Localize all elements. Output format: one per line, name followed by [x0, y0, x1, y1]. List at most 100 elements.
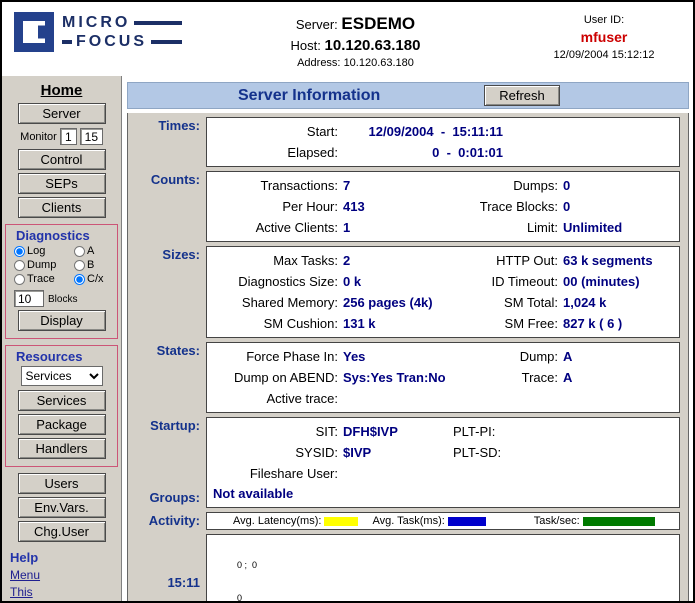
resources-section: Resources Services Services Package Hand…: [5, 345, 118, 467]
trace-radio-label: Trace: [27, 273, 55, 285]
resources-title: Resources: [8, 349, 115, 364]
sizes-row: Sizes: Max Tasks: 2 HTTP Out: 63 k segme…: [128, 246, 680, 338]
services-button[interactable]: Services: [18, 390, 106, 411]
field-label: PLT-PI:: [451, 421, 563, 442]
help-label: Help: [10, 550, 121, 565]
trace-radio-option[interactable]: Trace: [14, 273, 74, 285]
trace-radio[interactable]: [14, 274, 25, 285]
field-label: [451, 463, 563, 484]
seps-button[interactable]: SEPs: [18, 173, 106, 194]
chg-user-button[interactable]: Chg.User: [18, 521, 106, 542]
field-value: Sys:Yes Tran:No: [343, 367, 451, 388]
field-label: Limit:: [451, 217, 563, 238]
field-value: 2: [343, 250, 451, 271]
field-label: Trace Blocks:: [451, 196, 563, 217]
field-label: SM Total:: [451, 292, 563, 313]
sizes-row-label: Sizes:: [128, 246, 206, 338]
page: MICRO FOCUS Server: ESDEMO Host: 10.120.…: [0, 0, 695, 603]
server-label: Server:: [296, 17, 338, 32]
field-value: 0: [563, 196, 675, 217]
activity-row: Activity: Avg. Latency(ms): Avg. Task(ms…: [128, 512, 680, 530]
microfocus-logo-mark: [14, 12, 54, 52]
menu-link[interactable]: Menu: [10, 568, 40, 582]
field-value: $IVP: [343, 442, 451, 463]
a-radio[interactable]: [74, 246, 85, 257]
microfocus-logo: MICRO FOCUS: [14, 12, 182, 52]
field-label: SIT:: [211, 421, 343, 442]
latency-legend-label: Avg. Latency(ms):: [233, 515, 321, 527]
log-radio-option[interactable]: Log: [14, 245, 74, 257]
sidebar: Home Server Monitor Control SEPs Clients…: [2, 76, 122, 603]
env-vars-button[interactable]: Env.Vars.: [18, 497, 106, 518]
main-content: Server Information Refresh Times: Start:…: [122, 76, 693, 603]
display-button[interactable]: Display: [18, 310, 106, 331]
field-value: 0 k: [343, 271, 451, 292]
startup-row: Startup: Groups: SIT: DFH$IVP PLT-PI: SY…: [128, 417, 680, 508]
control-button[interactable]: Control: [18, 149, 106, 170]
field-value: [563, 388, 675, 409]
server-button[interactable]: Server: [18, 103, 106, 124]
b-radio[interactable]: [74, 260, 85, 271]
users-button[interactable]: Users: [18, 473, 106, 494]
states-row: States: Force Phase In: Yes Dump: A Dump…: [128, 342, 680, 413]
cx-radio-option[interactable]: C/x: [74, 273, 115, 285]
refresh-button-top[interactable]: Refresh: [484, 85, 560, 106]
field-label: SM Cushion:: [211, 313, 343, 334]
field-label: HTTP Out:: [451, 250, 563, 271]
counts-box: Transactions: 7 Dumps: 0 Per Hour: 413 T…: [206, 171, 680, 242]
logo-inner-square: [38, 26, 51, 39]
field-value: [343, 463, 451, 484]
latency-color-bar: [324, 517, 358, 526]
log-radio[interactable]: [14, 246, 25, 257]
handlers-button[interactable]: Handlers: [18, 438, 106, 459]
field-value: A: [563, 346, 675, 367]
start-value: 12/09/2004 - 15:11:11: [343, 121, 503, 142]
clients-button[interactable]: Clients: [18, 197, 106, 218]
field-value: 00 (minutes): [563, 271, 675, 292]
field-label: [451, 388, 563, 409]
body: Home Server Monitor Control SEPs Clients…: [2, 76, 693, 603]
cx-radio-label: C/x: [87, 273, 104, 285]
a-radio-option[interactable]: A: [74, 245, 115, 257]
dump-radio-option[interactable]: Dump: [14, 259, 74, 271]
sample-stats-line: 0 ; 0: [237, 560, 675, 571]
server-info-table: Times: Start: 12/09/2004 - 15:11:11 Elap…: [127, 113, 689, 603]
logo-stripe: [151, 40, 182, 44]
times-box: Start: 12/09/2004 - 15:11:11 Elapsed: 0 …: [206, 117, 680, 167]
times-row-label: Times:: [128, 117, 206, 167]
field-value: 63 k segments: [563, 250, 675, 271]
sample-time-label: 15:11: [128, 534, 206, 603]
field-label: Shared Memory:: [211, 292, 343, 313]
monitor-field-1[interactable]: [60, 128, 77, 145]
user-id-label: User ID:: [529, 14, 679, 26]
resources-select[interactable]: Services: [21, 366, 103, 386]
field-value: Yes: [343, 346, 451, 367]
field-value: Unlimited: [563, 217, 675, 238]
field-label: PLT-SD:: [451, 442, 563, 463]
diagnostics-radio-group: Log A Dump B: [8, 245, 115, 285]
server-name: ESDEMO: [341, 14, 415, 33]
tasksec-legend-label: Task/sec:: [534, 515, 580, 527]
package-button[interactable]: Package: [18, 414, 106, 435]
monitor-field-2[interactable]: [80, 128, 103, 145]
task-legend-label: Avg. Task(ms):: [372, 515, 444, 527]
blocks-input[interactable]: [14, 290, 44, 307]
header: MICRO FOCUS Server: ESDEMO Host: 10.120.…: [2, 2, 693, 76]
field-value: [343, 388, 451, 409]
b-radio-option[interactable]: B: [74, 259, 115, 271]
diagnostics-title: Diagnostics: [8, 228, 115, 243]
host-value: 10.120.63.180: [325, 37, 421, 54]
start-label: Start:: [211, 121, 343, 142]
field-value: 131 k: [343, 313, 451, 334]
states-row-label: States:: [128, 342, 206, 413]
host-label: Host:: [291, 38, 321, 53]
cx-radio[interactable]: [74, 274, 85, 285]
startup-label: Startup:: [150, 418, 200, 433]
home-link[interactable]: Home: [2, 82, 121, 99]
dump-radio[interactable]: [14, 260, 25, 271]
logo-stripe: [134, 21, 182, 25]
this-link[interactable]: This: [10, 585, 33, 599]
field-value: 413: [343, 196, 451, 217]
field-label: ID Timeout:: [451, 271, 563, 292]
logo-word-focus: FOCUS: [76, 35, 147, 49]
